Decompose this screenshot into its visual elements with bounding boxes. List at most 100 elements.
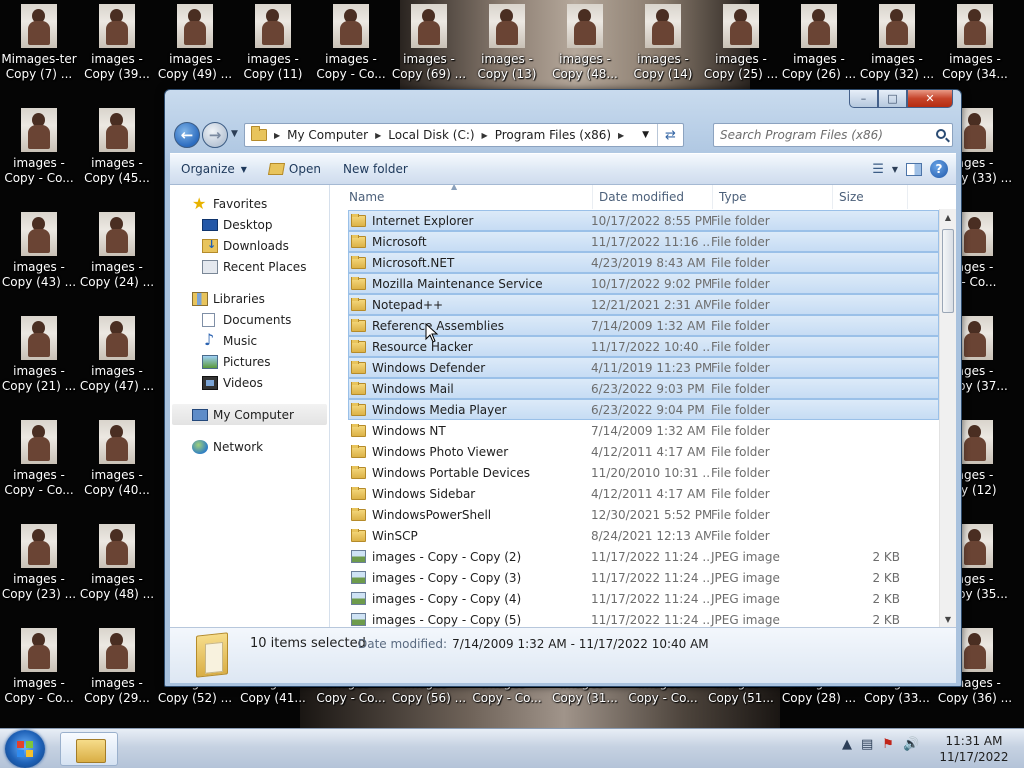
chevron-right-icon[interactable]: ▶	[482, 131, 488, 140]
desktop-icon-image[interactable]: images - Copy - Co...	[0, 624, 78, 728]
address-bar[interactable]: ▶ My Computer ▶ Local Disk (C:) ▶ Progra…	[244, 123, 684, 147]
scroll-up-icon[interactable]: ▲	[940, 209, 956, 225]
vertical-scrollbar[interactable]: ▲ ▼	[939, 209, 956, 627]
column-header-type[interactable]: Type	[713, 185, 833, 209]
preview-pane-icon[interactable]	[906, 162, 922, 176]
folder-row[interactable]: Internet Explorer 10/17/2022 8:55 PM File …	[348, 210, 939, 231]
nav-my-computer[interactable]: My Computer	[172, 404, 327, 425]
desktop-icon-image[interactable]: images - Copy (24) ...	[78, 208, 156, 312]
nav-recent-places[interactable]: Recent Places	[170, 256, 329, 277]
column-header-size[interactable]: Size	[833, 185, 908, 209]
desktop-icon-image[interactable]: images - Copy (40...	[78, 416, 156, 520]
folder-row[interactable]: Microsoft 11/17/2022 11:16 ... File folder	[348, 231, 939, 252]
row-name: images - Copy - Copy (2)	[349, 550, 591, 564]
nav-desktop[interactable]: Desktop	[170, 214, 329, 235]
desktop-icon-image[interactable]: images - Copy (39...	[78, 0, 156, 104]
folder-row[interactable]: Windows Photo Viewer 4/12/2011 4:17 AM Fil…	[348, 441, 939, 462]
folder-row[interactable]: Windows Portable Devices 11/20/2010 10:31…	[348, 462, 939, 483]
row-name: images - Copy - Copy (5)	[349, 613, 591, 627]
action-center-flag-icon[interactable]: ⚑	[882, 737, 894, 752]
folder-row[interactable]: Notepad++ 12/21/2021 2:31 AM File folder	[348, 294, 939, 315]
image-thumbnail-icon	[957, 212, 993, 256]
nav-network[interactable]: Network	[170, 436, 329, 457]
scroll-down-icon[interactable]: ▼	[940, 611, 956, 627]
taskbar-explorer-button[interactable]	[60, 732, 118, 766]
search-box[interactable]	[713, 123, 953, 147]
folder-row[interactable]: Windows Media Player 6/23/2022 9:04 PM Fil…	[348, 399, 939, 420]
desktop-icon-image[interactable]: images - Copy (43) ...	[0, 208, 78, 312]
view-options-dropdown[interactable]: ▼	[892, 165, 898, 174]
chevron-right-icon[interactable]: ▶	[274, 131, 280, 140]
row-type: File folder	[711, 213, 770, 228]
maximize-button[interactable]: □	[878, 90, 907, 108]
row-name: WindowsPowerShell	[349, 507, 591, 522]
file-row[interactable]: images - Copy - Copy (3) 11/17/2022 11:24…	[348, 567, 939, 588]
folder-row[interactable]: Windows Mail 6/23/2022 9:03 PM File folder	[348, 378, 939, 399]
recent-pages-dropdown[interactable]: ▼	[231, 129, 238, 139]
chevron-right-icon[interactable]: ▶	[618, 131, 624, 140]
breadcrumb-local-disk[interactable]: Local Disk (C:)	[388, 128, 474, 142]
row-type: JPEG image	[711, 570, 780, 585]
nav-favorites[interactable]: Favorites	[170, 193, 329, 214]
change-view-button[interactable]: ☰	[872, 162, 884, 177]
breadcrumb-my-computer[interactable]: My Computer	[287, 128, 368, 142]
forward-button[interactable]: →	[202, 122, 228, 148]
scroll-thumb[interactable]	[942, 229, 954, 313]
network-tray-icon[interactable]: ▤	[861, 737, 873, 752]
nav-videos[interactable]: Videos	[170, 372, 329, 393]
folder-row[interactable]: Windows Sidebar 4/12/2011 4:17 AM File fol…	[348, 483, 939, 504]
details-view-icon: ☰	[872, 161, 884, 177]
nav-pictures[interactable]: Pictures	[170, 351, 329, 372]
file-row[interactable]: images - Copy - Copy (5) 11/17/2022 11:24…	[348, 609, 939, 627]
new-folder-button[interactable]: New folder	[332, 157, 419, 181]
desktop-icon-image[interactable]: images - Copy - Co...	[0, 104, 78, 208]
column-header-name[interactable]: Name ▲	[331, 185, 593, 209]
desktop-icon-image[interactable]: Mimages-ter Copy (7) ...	[0, 0, 78, 104]
chevron-right-icon[interactable]: ▶	[375, 131, 381, 140]
organize-button[interactable]: Organize ▼	[170, 157, 258, 181]
column-label: Type	[719, 190, 747, 204]
desktop-icon-image[interactable]: images - Copy (21) ...	[0, 312, 78, 416]
nav-libraries[interactable]: Libraries	[170, 288, 329, 309]
desktop-icon-image[interactable]: images - Copy (29...	[78, 624, 156, 728]
folder-row[interactable]: WinSCP 8/24/2021 12:13 AM File folder	[348, 525, 939, 546]
start-button[interactable]	[5, 730, 45, 768]
nav-music[interactable]: Music	[170, 330, 329, 351]
desktop-icon-label: images - Copy (40...	[84, 468, 150, 497]
volume-icon[interactable]: 🔊	[903, 737, 919, 752]
desktop-icon-image[interactable]: images - Copy (23) ...	[0, 520, 78, 624]
show-hidden-icons-icon[interactable]: ▲	[842, 737, 852, 752]
desktop-icon-image[interactable]: images - Copy - Co...	[0, 416, 78, 520]
close-button[interactable]: ✕	[907, 90, 953, 108]
desktop-icon-image[interactable]: images - Copy (48) ...	[78, 520, 156, 624]
folder-row[interactable]: Windows Defender 4/11/2019 11:23 PM File f…	[348, 357, 939, 378]
folder-row[interactable]: Windows NT 7/14/2009 1:32 AM File folder	[348, 420, 939, 441]
folder-row[interactable]: WindowsPowerShell 12/30/2021 5:52 PM File …	[348, 504, 939, 525]
refresh-button[interactable]: ⇄	[657, 124, 683, 146]
nav-downloads[interactable]: Downloads	[170, 235, 329, 256]
desktop-icon-image[interactable]: images - Copy (45...	[78, 104, 156, 208]
row-type: File folder	[711, 276, 770, 291]
folder-icon	[251, 126, 267, 141]
desktop-icon-image[interactable]: images - Copy (47) ...	[78, 312, 156, 416]
open-button[interactable]: Open	[258, 157, 332, 181]
folder-row[interactable]: Mozilla Maintenance Service 10/17/2022 9:…	[348, 273, 939, 294]
row-name: Microsoft.NET	[349, 255, 591, 270]
file-row[interactable]: images - Copy - Copy (4) 11/17/2022 11:24…	[348, 588, 939, 609]
breadcrumb-program-files[interactable]: Program Files (x86)	[495, 128, 611, 142]
taskbar: ▲ ▤ ⚑ 🔊 11:31 AM 11/17/2022	[0, 728, 1024, 768]
file-row[interactable]: images - Copy - Copy (2) 11/17/2022 11:24…	[348, 546, 939, 567]
row-name: Reference Assemblies	[349, 318, 591, 333]
minimize-button[interactable]: –	[849, 90, 878, 108]
search-input[interactable]	[720, 125, 930, 145]
back-button[interactable]: ←	[174, 122, 200, 148]
search-icon[interactable]	[936, 129, 946, 139]
nav-documents[interactable]: Documents	[170, 309, 329, 330]
address-dropdown-icon[interactable]: ▼	[642, 130, 649, 140]
clock[interactable]: 11:31 AM 11/17/2022	[938, 733, 1010, 765]
help-icon[interactable]: ?	[930, 160, 948, 178]
folder-row[interactable]: Microsoft.NET 4/23/2019 8:43 AM File folde…	[348, 252, 939, 273]
image-thumbnail-icon	[99, 212, 135, 256]
column-header-date[interactable]: Date modified	[593, 185, 713, 209]
image-thumbnail-icon	[99, 108, 135, 152]
